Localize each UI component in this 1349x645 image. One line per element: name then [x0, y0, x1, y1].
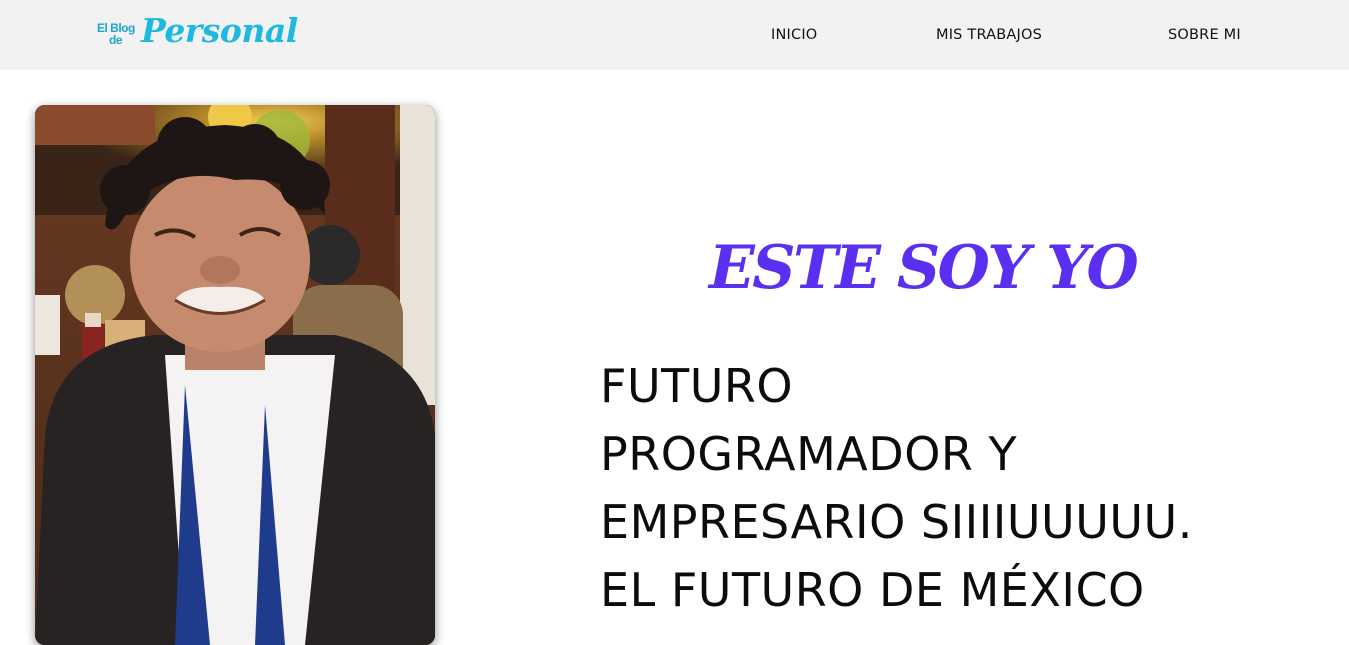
hero-line-1: FUTURO: [600, 359, 794, 413]
site-logo[interactable]: El Blog de Personal: [97, 10, 298, 60]
nav-link-mis-trabajos[interactable]: MIS TRABAJOS: [936, 27, 1042, 43]
hero-line-2: PROGRAMADOR Y: [600, 427, 1018, 481]
logo-big-text: Personal: [141, 11, 298, 50]
hero-line-4: EL FUTURO DE MÉXICO: [600, 563, 1145, 617]
navbar: El Blog de Personal INICIO MIS TRABAJOS …: [0, 0, 1349, 70]
hero-line-3: EMPRESARIO SIIIIUUUUU.: [600, 495, 1193, 549]
nav-link-sobre-mi[interactable]: SOBRE MI: [1168, 27, 1241, 43]
hero-description: FUTURO PROGRAMADOR Y EMPRESARIO SIIIIUUU…: [600, 352, 1300, 624]
logo-small-text: El Blog de: [97, 22, 135, 46]
logo-small-line2: de: [109, 33, 123, 47]
profile-photo: [35, 105, 435, 645]
nav-link-inicio[interactable]: INICIO: [771, 27, 817, 43]
hero-title: ESTE SOY YO: [709, 233, 1139, 303]
